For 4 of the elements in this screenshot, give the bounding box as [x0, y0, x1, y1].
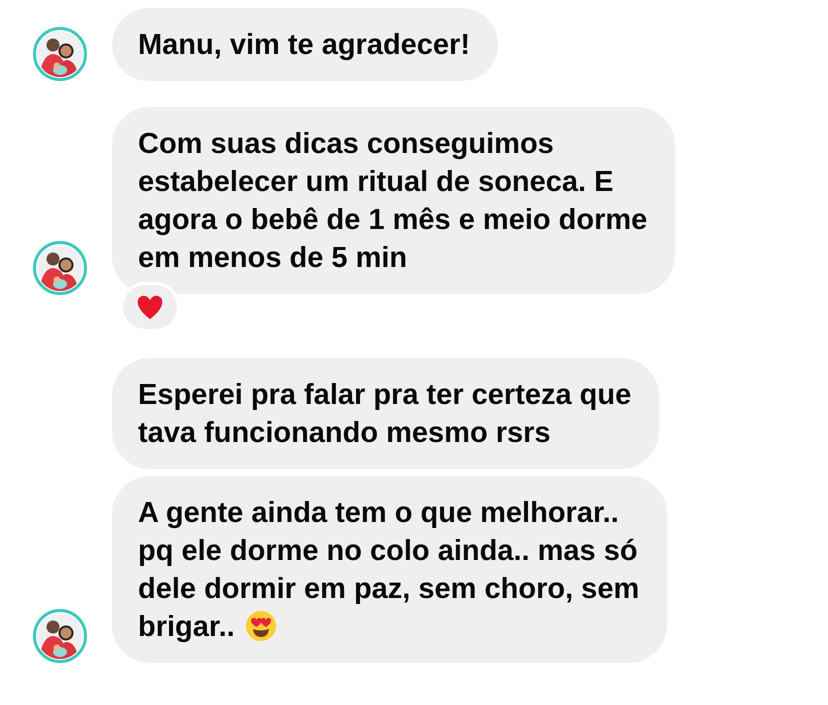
- message-text: A gente ainda tem o que melhorar.. pq ele dorme no colo ainda.. mas só dele dormir em paz, sem choro, sem brigar..: [138, 497, 640, 643]
- message-text: Com suas dicas conseguimos estabelecer um ritual de soneca. E agora o bebê de 1 mês e meio dorme em menos de 5 min: [138, 128, 648, 274]
- message-text: Esperei pra falar pra ter certeza que tava funcionando mesmo rsrs: [138, 379, 632, 449]
- message-text: Manu, vim te agradecer!: [138, 29, 470, 61]
